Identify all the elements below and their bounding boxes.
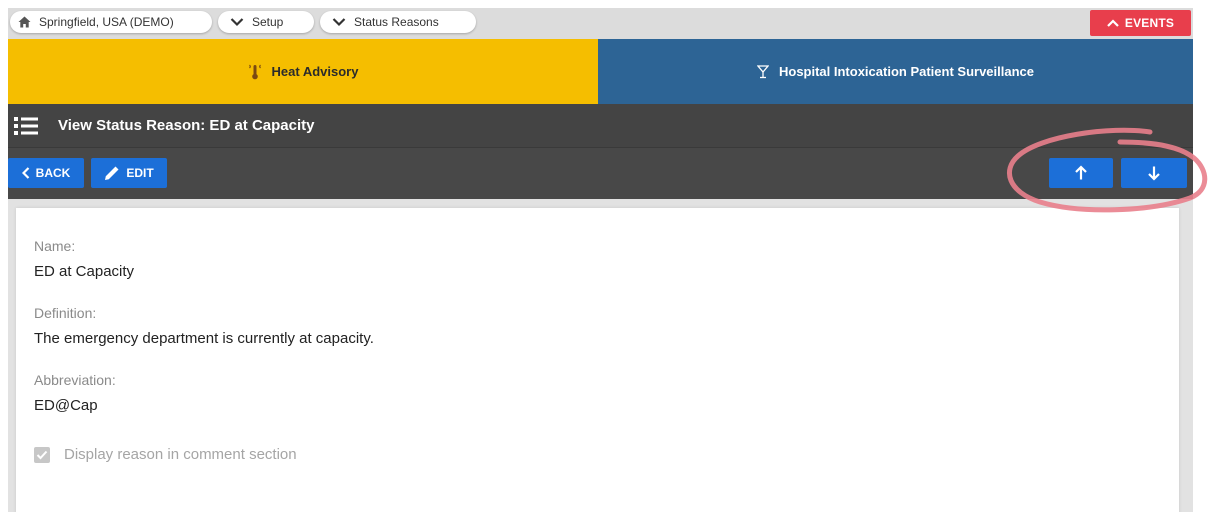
definition-label: Definition: (34, 305, 97, 321)
name-value: ED at Capacity (34, 263, 135, 280)
breadcrumb-setup[interactable]: Setup (218, 11, 314, 33)
previous-record-button[interactable] (1049, 158, 1113, 188)
chevron-up-icon (1107, 19, 1119, 27)
list-menu-icon[interactable] (12, 112, 40, 140)
title-bar: View Status Reason: ED at Capacity (8, 104, 1193, 147)
pencil-icon (104, 165, 120, 181)
alert-heat-advisory-label: Heat Advisory (271, 64, 359, 79)
chevron-down-icon (230, 17, 244, 27)
next-record-button[interactable] (1121, 158, 1187, 188)
abbreviation-value: ED@Cap (34, 397, 98, 414)
toolbar: BACK EDIT (8, 147, 1193, 199)
chevron-left-icon (21, 167, 30, 179)
abbreviation-label: Abbreviation: (34, 372, 116, 388)
breadcrumb-location-label: Springfield, USA (DEMO) (39, 15, 174, 29)
arrow-up-icon (1074, 165, 1088, 181)
display-reason-checkbox-row: Display reason in comment section (34, 446, 297, 463)
cocktail-glass-icon (756, 64, 769, 79)
display-reason-checkbox-label: Display reason in comment section (64, 446, 297, 463)
events-button[interactable]: EVENTS (1090, 10, 1191, 36)
breadcrumb-location[interactable]: Springfield, USA (DEMO) (10, 11, 212, 33)
breadcrumb-status-reasons[interactable]: Status Reasons (320, 11, 476, 33)
display-reason-checkbox[interactable] (34, 446, 50, 463)
alert-hospital-intoxication-label: Hospital Intoxication Patient Surveillan… (778, 64, 1034, 79)
alert-heat-advisory[interactable]: Heat Advisory (8, 39, 598, 104)
breadcrumb: Springfield, USA (DEMO) Setup Status Rea… (8, 8, 1193, 39)
definition-value: The emergency department is currently at… (34, 330, 374, 347)
thermometer-icon (248, 64, 262, 80)
back-button[interactable]: BACK (8, 158, 84, 188)
breadcrumb-status-reasons-label: Status Reasons (354, 15, 439, 29)
alert-hospital-intoxication[interactable]: Hospital Intoxication Patient Surveillan… (598, 39, 1193, 104)
arrow-down-icon (1147, 165, 1161, 181)
chevron-down-icon (332, 17, 346, 27)
back-button-label: BACK (35, 166, 71, 180)
status-reason-details-card: Name: ED at Capacity Definition: The eme… (16, 208, 1179, 512)
breadcrumb-setup-label: Setup (252, 15, 284, 29)
edit-button[interactable]: EDIT (91, 158, 167, 188)
events-label: EVENTS (1124, 16, 1175, 30)
app-window: Springfield, USA (DEMO) Setup Status Rea… (8, 8, 1193, 512)
page-title: View Status Reason: ED at Capacity (58, 117, 315, 134)
home-icon (18, 16, 31, 28)
name-label: Name: (34, 238, 76, 254)
edit-button-label: EDIT (126, 166, 154, 180)
